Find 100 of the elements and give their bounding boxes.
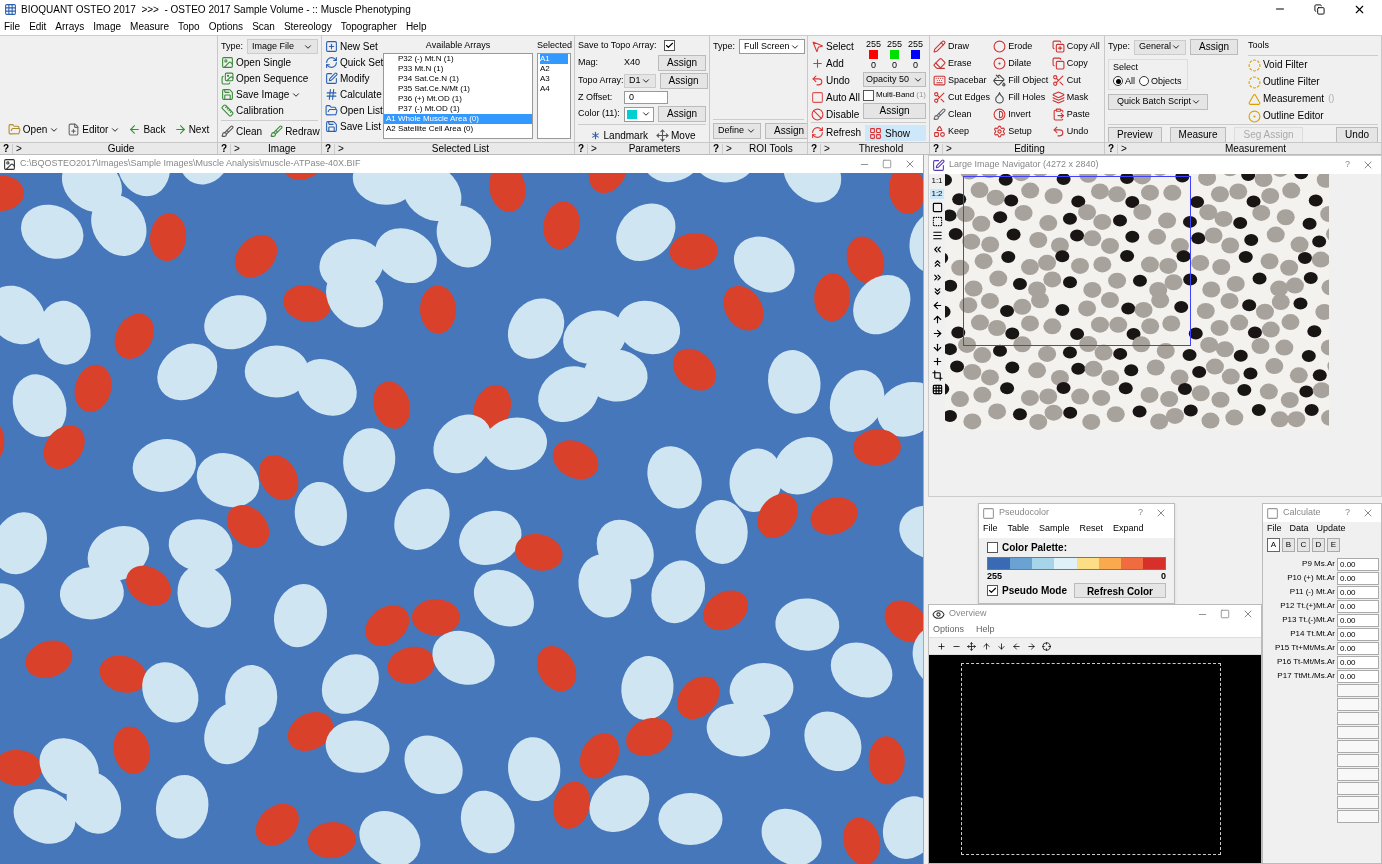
tool-button[interactable]: Dilate [993,56,1050,71]
menu-item[interactable]: Help [976,623,995,637]
tool-button[interactable]: Erase [933,56,992,71]
value-field[interactable]: 0.00 [1337,585,1379,599]
tool-button[interactable]: Open Single [221,55,318,70]
help-button[interactable]: ? [710,143,724,154]
expand-button[interactable]: > [723,143,735,154]
menu-item[interactable]: Sample [1039,522,1070,536]
tool-button[interactable]: Clean [221,124,263,139]
empty-field[interactable] [1337,725,1379,739]
tool-button[interactable]: Setup [993,124,1050,139]
tool-button[interactable]: Clean [933,107,992,122]
type-dropdown[interactable]: General [1134,39,1187,55]
menu-icon[interactable] [931,230,943,241]
push-button[interactable]: Assign [658,54,706,71]
checkbox[interactable] [987,585,998,596]
left-arrow-icon[interactable] [931,300,943,311]
menu-item[interactable]: Edit [29,19,47,34]
menu-item[interactable]: Scan [252,19,275,34]
tool-button[interactable]: Auto All [811,90,859,105]
menu-item[interactable]: Image [93,19,122,34]
tab[interactable]: C [1297,537,1310,552]
zoom-button[interactable]: 1:2 [930,189,944,199]
expand-button[interactable]: > [1118,143,1130,154]
expand-button[interactable]: > [231,143,243,154]
left-arrow-icon[interactable] [1012,641,1021,651]
help-button[interactable]: ? [1105,143,1119,154]
empty-field[interactable] [1337,697,1379,711]
z-offset-field[interactable]: 0 [624,90,668,104]
expand-button[interactable]: > [943,143,955,154]
value-field[interactable]: 0.00 [1337,641,1379,655]
radio-button[interactable] [1113,76,1123,87]
tool-button[interactable]: Editor [67,122,121,137]
zoom-button[interactable]: 1:1 [930,176,944,186]
right-arrow-icon[interactable] [931,328,943,339]
menu-item[interactable]: Update [1316,522,1346,536]
menu-item[interactable]: Table [1007,522,1030,536]
tool-button[interactable]: Landmark [588,128,648,142]
menu-item[interactable]: Stereology [283,19,332,34]
menu-item[interactable]: Arrays [55,19,85,34]
opacity-dropdown[interactable]: Opacity 50 [863,72,927,87]
list-item[interactable]: P33 Mt.N (1) [384,63,532,74]
menu-item[interactable]: Options [208,19,244,34]
tool-button[interactable]: Calibration [221,103,318,118]
channel-swatch[interactable] [911,50,920,59]
help-button[interactable]: ? [930,143,944,154]
help-button[interactable]: ? [322,143,336,154]
push-button[interactable]: Measure [1169,126,1227,142]
type-dropdown[interactable]: Full Screen [739,39,805,54]
help-button[interactable]: ? [1130,506,1151,520]
tool-button[interactable]: Measurement [1248,91,1325,107]
tool-button[interactable]: Disable [811,107,859,122]
define-button[interactable]: Define [713,123,761,139]
list-item[interactable]: P32 (-) Mt.N (1) [384,53,532,64]
up-arrow-icon[interactable] [931,314,943,325]
tool-button[interactable]: Fill Holes [993,90,1050,105]
tool-button[interactable]: Modify [325,71,379,86]
list-item[interactable]: A2 [540,63,568,74]
tab[interactable]: B [1282,537,1295,552]
checkbox[interactable] [664,40,676,52]
color-dropdown[interactable] [624,106,654,122]
expand-button[interactable]: > [821,143,833,154]
tool-button[interactable]: Refresh [811,125,861,140]
empty-field[interactable] [1337,781,1379,795]
tool-button[interactable]: Erode [993,39,1050,54]
menu-item[interactable]: Help [405,19,427,34]
refresh-color-button[interactable]: Refresh Color [1073,583,1166,598]
double-chevron-right-icon[interactable] [931,272,943,283]
checkbox[interactable] [863,89,874,101]
help-button[interactable]: ? [1337,158,1358,172]
list-item[interactable]: A3 [540,73,568,84]
empty-field[interactable] [1337,809,1379,823]
tool-button[interactable]: Copy [1051,56,1101,71]
tool-button[interactable]: Next [173,122,210,137]
channel-swatch[interactable] [890,50,899,59]
menu-item[interactable]: Expand [1113,522,1144,536]
radio-button[interactable] [1139,76,1149,87]
list-item[interactable]: P36 (+) Mt.OD (1) [384,93,532,104]
menu-item[interactable]: Topographer [340,19,397,34]
menu-item[interactable]: Data [1289,522,1309,536]
tool-button[interactable]: New Set [325,39,379,54]
square-icon[interactable] [931,202,943,213]
value-field[interactable]: 0.00 [1337,557,1379,571]
push-button[interactable]: Assign [765,123,807,139]
push-button[interactable]: Assign [1190,39,1239,55]
tool-button[interactable]: Void Filter [1248,57,1308,73]
menu-item[interactable]: File [1267,522,1282,536]
value-field[interactable]: 0.00 [1337,571,1379,585]
tool-button[interactable]: Undo [1051,124,1101,139]
restore-icon[interactable] [1314,3,1325,15]
empty-field[interactable] [1337,711,1379,725]
show-button[interactable]: Show [865,125,926,141]
tool-button[interactable]: Save List [325,119,379,134]
expand-button[interactable]: > [13,143,25,154]
right-arrow-icon[interactable] [1027,641,1036,651]
menu-item[interactable]: Reset [1079,522,1104,536]
tool-button[interactable]: Open Sequence [221,71,318,86]
expand-button[interactable]: > [335,143,347,154]
down-arrow-icon[interactable] [931,342,943,353]
push-button[interactable]: Assign [658,106,706,122]
